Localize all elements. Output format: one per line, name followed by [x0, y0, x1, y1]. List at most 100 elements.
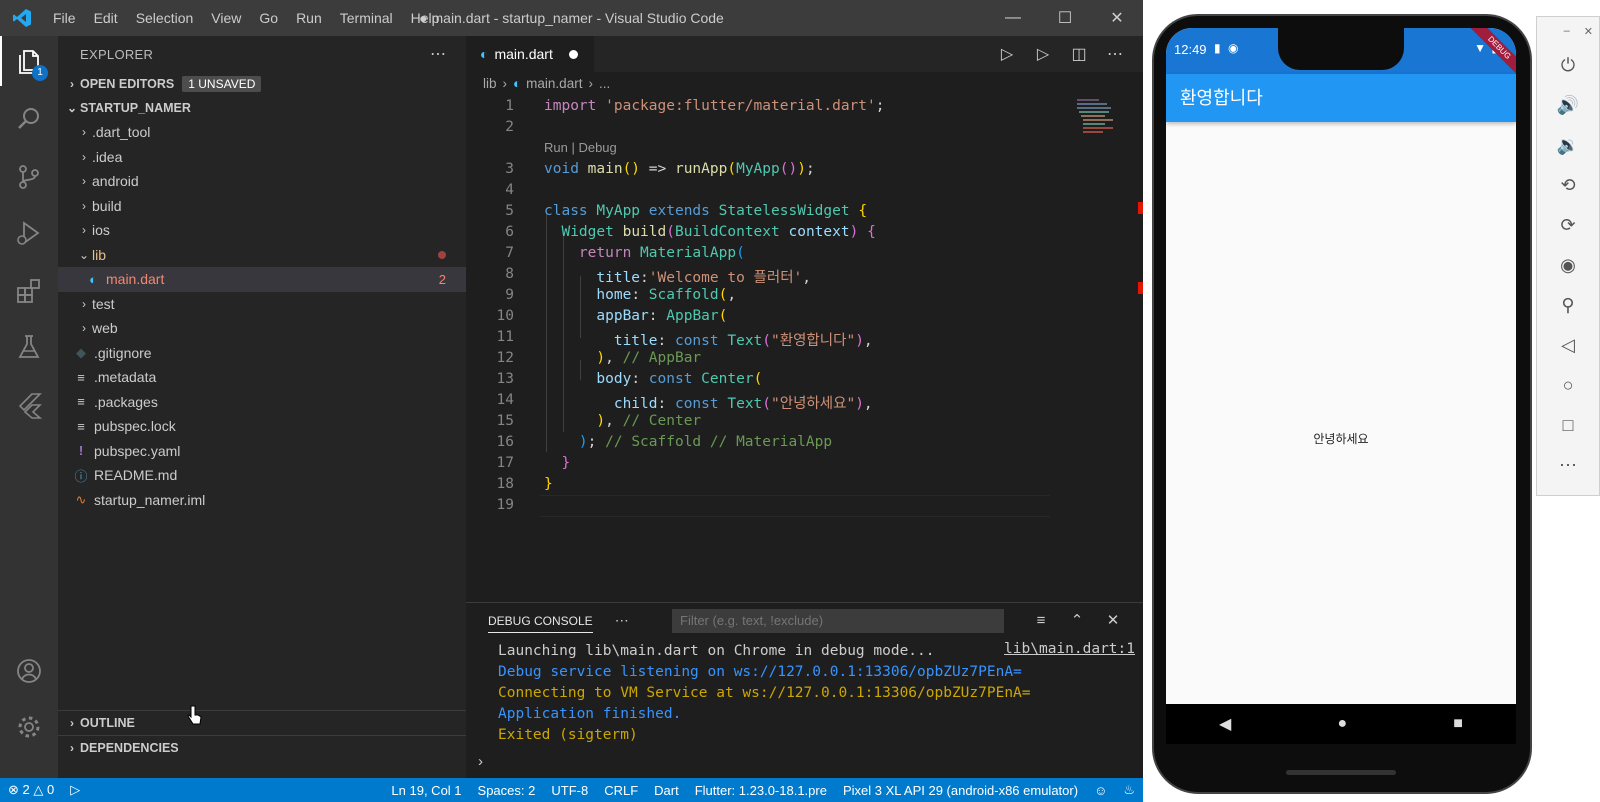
zoom-icon[interactable]: ⚲: [1537, 285, 1599, 325]
menu-file[interactable]: File: [44, 0, 85, 36]
close-icon[interactable]: ✕: [1584, 25, 1593, 38]
feedback-icon[interactable]: ☺: [1086, 783, 1115, 798]
close-icon[interactable]: ✕: [1091, 0, 1143, 36]
current-line-highlight: [540, 495, 1050, 517]
debug-status-icon[interactable]: ▷: [62, 782, 88, 798]
device-selector[interactable]: Pixel 3 XL API 29 (android-x86 emulator): [835, 783, 1086, 798]
rotate-right-icon[interactable]: ⟳: [1537, 205, 1599, 245]
error-count: 2: [438, 271, 446, 287]
flutter-icon[interactable]: [0, 380, 58, 430]
dependencies-section[interactable]: › DEPENDENCIES: [58, 735, 466, 760]
unsaved-dot-icon[interactable]: [568, 49, 578, 59]
console-filter-input[interactable]: [672, 609, 1004, 633]
tree-folder-idea[interactable]: › .idea: [58, 145, 466, 170]
tree-file-gitignore[interactable]: ◆ .gitignore: [58, 341, 466, 366]
tree-file-readme[interactable]: ⓘ README.md: [58, 463, 466, 488]
gear-icon[interactable]: [0, 702, 58, 752]
back-icon[interactable]: ◀: [1219, 714, 1231, 734]
tree-file-main-dart[interactable]: ◐ main.dart 2: [58, 267, 466, 292]
more-actions-icon[interactable]: ⋯: [1097, 44, 1133, 64]
testing-icon[interactable]: [0, 322, 58, 372]
cursor-position[interactable]: Ln 19, Col 1: [383, 783, 469, 798]
menu-run[interactable]: Run: [287, 0, 331, 36]
console-prompt-icon[interactable]: ›: [478, 753, 483, 770]
tree-folder-dart-tool[interactable]: › .dart_tool: [58, 120, 466, 145]
git-file-icon: ◆: [76, 344, 86, 360]
phone-status-bar: 12:49 ▮ ◉ ▼ ▮ DEBUG: [1166, 28, 1516, 77]
home-icon[interactable]: ●: [1337, 715, 1347, 733]
line-ending[interactable]: CRLF: [596, 783, 646, 798]
tree-file-packages[interactable]: ≡ .packages: [58, 390, 466, 415]
overview-icon[interactable]: □: [1537, 405, 1599, 445]
breadcrumb-file[interactable]: main.dart: [526, 76, 582, 91]
volume-up-icon[interactable]: 🔊: [1537, 85, 1599, 125]
console-line: Debug service listening on ws://127.0.0.…: [498, 664, 1022, 680]
rotate-left-icon[interactable]: ⟲: [1537, 165, 1599, 205]
breadcrumb-more[interactable]: ...: [599, 76, 610, 91]
menu-selection[interactable]: Selection: [127, 0, 203, 36]
tree-item-label: build: [92, 197, 122, 214]
maximize-icon[interactable]: ☐: [1039, 0, 1091, 36]
recents-icon[interactable]: ■: [1453, 715, 1463, 733]
chevron-right-icon: ›: [502, 75, 508, 91]
tree-folder-test[interactable]: › test: [58, 292, 466, 317]
codelens-run-debug[interactable]: Run | Debug: [544, 140, 617, 155]
home-icon[interactable]: ○: [1537, 365, 1599, 405]
problems-indicator[interactable]: ⊗ 2 △ 0: [0, 782, 62, 798]
run-icon[interactable]: ▷: [989, 44, 1025, 64]
menu-help[interactable]: Help: [402, 0, 449, 36]
panel-actions: ≡ ⌃ ✕: [1023, 603, 1131, 637]
source-control-icon[interactable]: [0, 152, 58, 202]
tree-folder-ios[interactable]: › ios: [58, 218, 466, 243]
more-icon[interactable]: ⋯: [1537, 445, 1599, 485]
more-actions-icon[interactable]: ⋯: [430, 44, 446, 64]
tab-debug-console[interactable]: DEBUG CONSOLE: [488, 608, 593, 633]
power-icon[interactable]: ⏻: [1537, 45, 1599, 85]
minimize-icon[interactable]: —: [987, 0, 1039, 36]
close-panel-icon[interactable]: ✕: [1095, 611, 1131, 629]
text-file-icon: ≡: [77, 418, 85, 434]
chevron-right-icon: ›: [82, 296, 86, 311]
app-bar: 환영합니다: [1166, 74, 1516, 122]
encoding[interactable]: UTF-8: [543, 783, 596, 798]
tree-file-pubspec-lock[interactable]: ≡ pubspec.lock: [58, 414, 466, 439]
tree-folder-web[interactable]: › web: [58, 316, 466, 341]
tree-item-label: ios: [92, 222, 110, 239]
outline-section[interactable]: › OUTLINE: [58, 710, 466, 735]
open-editors-section[interactable]: › OPEN EDITORS 1 UNSAVED: [58, 72, 466, 96]
indentation[interactable]: Spaces: 2: [470, 783, 544, 798]
run-debug-icon[interactable]: [0, 208, 58, 258]
extensions-icon[interactable]: [0, 266, 58, 316]
tree-folder-android[interactable]: › android: [58, 169, 466, 194]
flutter-version[interactable]: Flutter: 1.23.0-18.1.pre: [687, 783, 835, 798]
tab-main-dart[interactable]: ◐ main.dart: [466, 36, 594, 72]
tree-folder-lib[interactable]: ⌄ lib: [58, 243, 466, 268]
bell-icon[interactable]: ♨: [1115, 782, 1143, 798]
explorer-icon[interactable]: 1: [0, 36, 58, 86]
volume-down-icon[interactable]: 🔉: [1537, 125, 1599, 165]
console-source-link[interactable]: lib\main.dart:1: [1004, 641, 1135, 657]
tree-file-pubspec-yaml[interactable]: ! pubspec.yaml: [58, 439, 466, 464]
tree-folder-build[interactable]: › build: [58, 194, 466, 219]
breadcrumb-lib[interactable]: lib: [483, 76, 497, 91]
more-actions-icon[interactable]: ⋯: [615, 612, 629, 629]
minimap[interactable]: [1075, 98, 1131, 138]
back-icon[interactable]: ◁: [1537, 325, 1599, 365]
clear-console-icon[interactable]: ≡: [1023, 612, 1059, 629]
project-section[interactable]: ⌄ STARTUP_NAMER: [58, 96, 466, 120]
maximize-panel-icon[interactable]: ⌃: [1059, 611, 1095, 629]
tree-file-iml[interactable]: ∿ startup_namer.iml: [58, 488, 466, 513]
menu-view[interactable]: View: [202, 0, 250, 36]
menu-edit[interactable]: Edit: [85, 0, 127, 36]
language-mode[interactable]: Dart: [646, 783, 687, 798]
debug-run-icon[interactable]: ▷: [1025, 44, 1061, 64]
menu-terminal[interactable]: Terminal: [331, 0, 402, 36]
search-icon[interactable]: [0, 94, 58, 144]
minimize-icon[interactable]: –: [1564, 25, 1570, 37]
tree-file-metadata[interactable]: ≡ .metadata: [58, 365, 466, 390]
code-editor[interactable]: 1 2 3 4 5 6 7 8 9 10 11 12 13 14 15 16 1…: [466, 94, 1143, 564]
account-icon[interactable]: [0, 646, 58, 696]
split-editor-icon[interactable]: ◫: [1061, 44, 1097, 64]
camera-icon[interactable]: ◉: [1537, 245, 1599, 285]
menu-go[interactable]: Go: [250, 0, 287, 36]
